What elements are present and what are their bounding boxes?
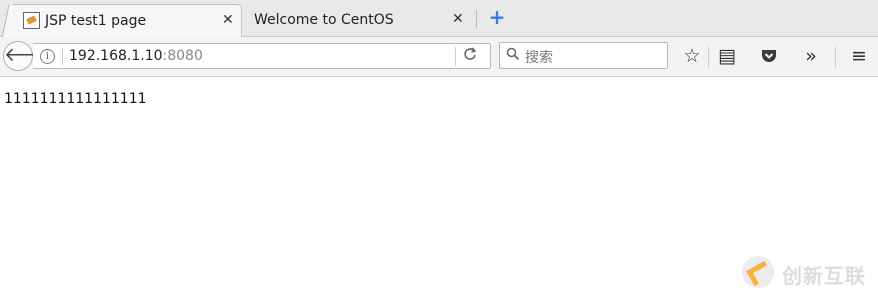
search-placeholder: 搜索	[525, 50, 553, 66]
page-content: 1111111111111111 创新互联	[0, 78, 878, 301]
new-tab-button[interactable]: +	[487, 6, 507, 28]
menu-hamburger-icon[interactable]: ≡	[846, 43, 872, 69]
toolbar-divider	[835, 47, 836, 67]
tab-welcome-centos[interactable]: Welcome to CentOS ✕	[246, 4, 474, 37]
reader-view-icon[interactable]: ▤	[714, 43, 740, 69]
tab-strip: JSP test1 page ✕ Welcome to CentOS ✕ +	[0, 0, 878, 37]
url-host: 192.168.1.10	[69, 48, 163, 64]
navigation-bar: 🡐 i 192.168.1.10:8080 搜索 ☆ ▤ » ≡	[0, 37, 878, 77]
info-icon[interactable]: i	[40, 49, 55, 64]
watermark-logo-icon	[742, 256, 774, 288]
url-bar[interactable]: i 192.168.1.10:8080	[33, 43, 491, 69]
overflow-chevron-icon[interactable]: »	[798, 43, 824, 69]
page-body-text: 1111111111111111	[4, 91, 147, 107]
watermark-text: 创新互联	[782, 264, 866, 288]
url-port: :8080	[162, 48, 203, 64]
tab-divider	[476, 10, 477, 28]
image-icon	[23, 12, 40, 29]
search-icon	[506, 47, 520, 65]
reload-icon[interactable]	[463, 47, 477, 65]
tab-jsp-test1[interactable]: JSP test1 page ✕	[10, 4, 242, 37]
url-separator	[62, 48, 63, 65]
bookmark-star-icon[interactable]: ☆	[679, 43, 705, 69]
search-input[interactable]: 搜索	[499, 42, 668, 69]
toolbar-divider	[708, 47, 709, 67]
close-icon[interactable]: ✕	[222, 12, 234, 28]
tab-title: JSP test1 page	[45, 13, 147, 29]
url-divider	[455, 47, 456, 66]
tab-title: Welcome to CentOS	[254, 12, 394, 28]
back-button[interactable]: 🡐	[3, 41, 55, 71]
watermark: 创新互联	[742, 256, 872, 288]
url-text[interactable]: 192.168.1.10:8080	[69, 48, 203, 64]
pocket-icon[interactable]	[756, 43, 782, 69]
close-icon[interactable]: ✕	[452, 11, 464, 27]
